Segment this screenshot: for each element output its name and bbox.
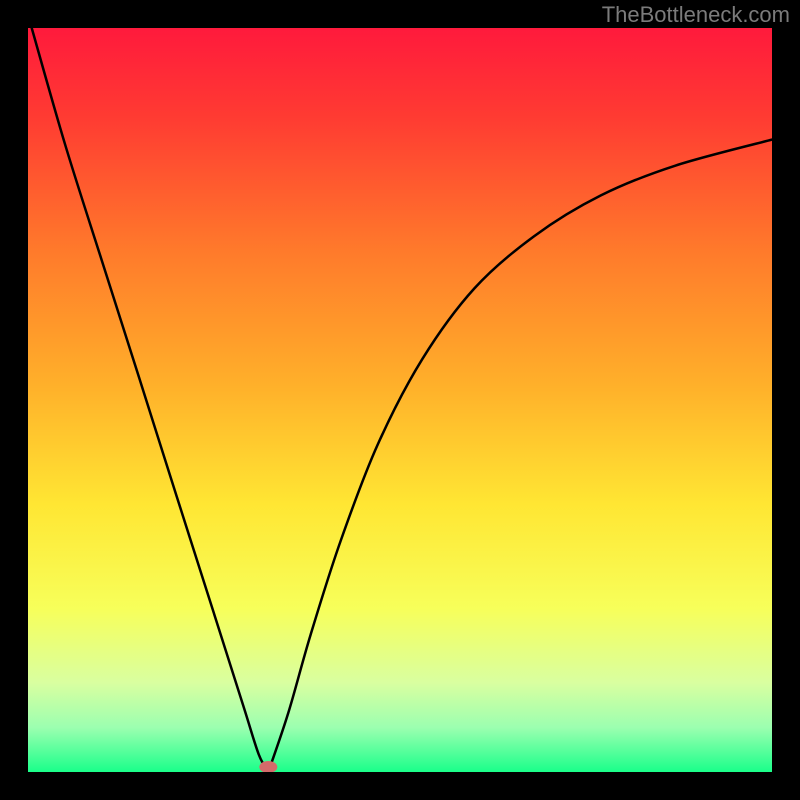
plot-area: [28, 28, 772, 772]
watermark-text: TheBottleneck.com: [602, 2, 790, 28]
chart-svg: [28, 28, 772, 772]
chart-frame: TheBottleneck.com: [0, 0, 800, 800]
